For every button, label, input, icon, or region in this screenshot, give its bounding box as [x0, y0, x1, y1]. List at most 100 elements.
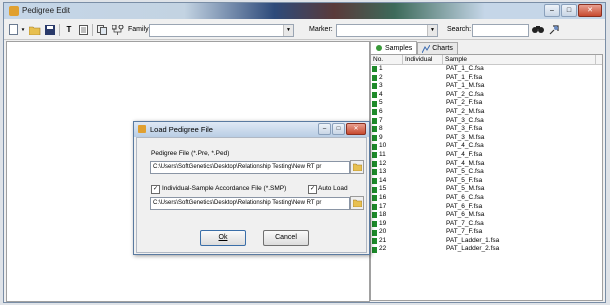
sample-marker-icon [372, 169, 377, 176]
table-row[interactable]: 9 PAT_3_M.fsa [371, 134, 602, 143]
accordance-checkbox[interactable]: ✓ [151, 185, 160, 194]
table-row[interactable]: 11 PAT_4_F.fsa [371, 151, 602, 160]
maximize-button[interactable]: □ [561, 4, 577, 17]
open-folder-icon[interactable] [29, 24, 41, 35]
row-no-cell: 21 [371, 237, 402, 246]
table-row[interactable]: 7 PAT_3_C.fsa [371, 117, 602, 126]
ok-button[interactable]: Ok [200, 230, 246, 246]
dialog-title-bar[interactable]: Load Pedigree File – □ ✕ [134, 122, 369, 137]
row-no-cell: 9 [371, 134, 402, 143]
table-row[interactable]: 10 PAT_4_C.fsa [371, 142, 602, 151]
column-header-individual[interactable]: Individual [403, 55, 443, 64]
chevron-down-icon[interactable]: ▼ [283, 25, 293, 36]
title-bar[interactable]: Pedigree Edit – □ ✕ [4, 3, 605, 19]
sample-marker-icon [372, 178, 377, 185]
table-row[interactable]: 14 PAT_5_F.fsa [371, 177, 602, 186]
chevron-down-icon[interactable]: ▼ [427, 25, 437, 36]
table-row[interactable]: 19 PAT_7_C.fsa [371, 220, 602, 229]
marker-combo[interactable]: ▼ [336, 24, 438, 37]
row-number: 11 [379, 150, 386, 158]
text-tool-icon[interactable]: T [64, 24, 74, 35]
save-icon[interactable] [44, 24, 55, 35]
table-row[interactable]: 12 PAT_4_M.fsa [371, 160, 602, 169]
table-body: 1 PAT_1_C.fsa 2 PAT_1_F.fsa 3 PAT_1_M.fsa 4 PAT… [371, 65, 602, 254]
tab-samples[interactable]: Samples [370, 41, 418, 54]
table-row[interactable]: 5 PAT_2_F.fsa [371, 99, 602, 108]
row-sample: PAT_6_F.fsa [446, 202, 483, 210]
app-icon [9, 6, 19, 16]
row-individual [402, 228, 442, 237]
row-individual [402, 91, 442, 100]
row-individual [402, 125, 442, 134]
sample-marker-icon [372, 100, 377, 107]
row-sample: PAT_2_C.fsa [446, 90, 484, 98]
dialog-maximize-button[interactable]: □ [332, 123, 345, 135]
samples-table[interactable]: No. Individual Sample 1 PAT_1_C.fsa 2 PAT_1… [370, 54, 603, 301]
table-row[interactable]: 21 PAT_Ladder_1.fsa [371, 237, 602, 246]
row-number: 13 [379, 168, 387, 176]
properties-icon[interactable] [78, 24, 88, 35]
autoload-checkbox[interactable]: ✓ [308, 185, 317, 194]
search-input[interactable] [472, 24, 529, 37]
table-row[interactable]: 8 PAT_3_F.fsa [371, 125, 602, 134]
column-header-no[interactable]: No. [371, 55, 403, 64]
table-row[interactable]: 13 PAT_5_C.fsa [371, 168, 602, 177]
column-header-sample[interactable]: Sample [443, 55, 596, 64]
table-row[interactable]: 3 PAT_1_M.fsa [371, 82, 602, 91]
table-row[interactable]: 16 PAT_6_C.fsa [371, 194, 602, 203]
table-row[interactable]: 18 PAT_6_M.fsa [371, 211, 602, 220]
row-no-cell: 8 [371, 125, 402, 134]
tab-charts[interactable]: Charts [417, 42, 458, 54]
row-sample: PAT_1_C.fsa [446, 65, 484, 72]
load-pedigree-dialog: Load Pedigree File – □ ✕ Pedigree File (… [133, 121, 370, 255]
table-row[interactable]: 20 PAT_7_F.fsa [371, 228, 602, 237]
row-no-cell: 7 [371, 117, 402, 126]
row-no-cell: 18 [371, 211, 402, 220]
pedigree-tool-icon[interactable] [112, 24, 124, 35]
toolbar: ▾ T Family: ▼ Marker: ▼ Search: [4, 21, 605, 40]
cancel-button-label: Cancel [275, 234, 297, 241]
table-row[interactable]: 1 PAT_1_C.fsa [371, 65, 602, 74]
tab-samples-label: Samples [385, 44, 413, 52]
row-sample: PAT_Ladder_1.fsa [446, 236, 500, 244]
accordance-file-field[interactable]: C:\Users\SoftGenetics\Desktop\Relationsh… [150, 197, 350, 210]
row-number: 14 [379, 176, 387, 184]
sample-marker-icon [372, 203, 377, 210]
table-row[interactable]: 22 PAT_Ladder_2.fsa [371, 245, 602, 254]
row-individual [402, 142, 442, 151]
close-button[interactable]: ✕ [578, 4, 602, 17]
sample-marker-icon [372, 195, 377, 202]
find-tool-icon[interactable] [548, 24, 560, 35]
pedigree-browse-button[interactable] [350, 160, 364, 174]
binoculars-icon[interactable] [532, 24, 544, 35]
dialog-close-button[interactable]: ✕ [346, 123, 366, 135]
row-no-cell: 1 [371, 65, 402, 74]
sample-marker-icon [372, 229, 377, 236]
dialog-minimize-button[interactable]: – [318, 123, 331, 135]
new-file-icon[interactable] [8, 24, 19, 35]
row-sample: PAT_7_C.fsa [446, 219, 484, 227]
copy-icon[interactable] [97, 24, 107, 35]
row-individual [402, 220, 442, 229]
family-combo[interactable]: ▼ [149, 24, 294, 37]
table-row[interactable]: 15 PAT_5_M.fsa [371, 185, 602, 194]
table-row[interactable]: 2 PAT_1_F.fsa [371, 74, 602, 83]
minimize-button[interactable]: – [544, 4, 560, 17]
chart-icon [422, 44, 431, 53]
table-row[interactable]: 4 PAT_2_C.fsa [371, 91, 602, 100]
tab-charts-label: Charts [432, 45, 453, 52]
row-number: 16 [379, 193, 387, 201]
pedigree-file-field[interactable]: C:\Users\SoftGenetics\Desktop\Relationsh… [150, 161, 350, 174]
table-row[interactable]: 17 PAT_6_F.fsa [371, 203, 602, 212]
row-number: 4 [379, 90, 383, 98]
row-individual [402, 99, 442, 108]
dialog-caption-buttons: – □ ✕ [318, 123, 366, 135]
new-dropdown-icon[interactable]: ▾ [20, 24, 26, 35]
accordance-browse-button[interactable] [350, 196, 364, 210]
cancel-button[interactable]: Cancel [263, 230, 309, 246]
row-number: 6 [379, 107, 383, 115]
table-header: No. Individual Sample [371, 55, 602, 65]
pedigree-edit-window: Pedigree Edit – □ ✕ ▾ T Family: ▼ Marker… [3, 2, 606, 303]
table-row[interactable]: 6 PAT_2_M.fsa [371, 108, 602, 117]
row-no-cell: 17 [371, 203, 402, 212]
